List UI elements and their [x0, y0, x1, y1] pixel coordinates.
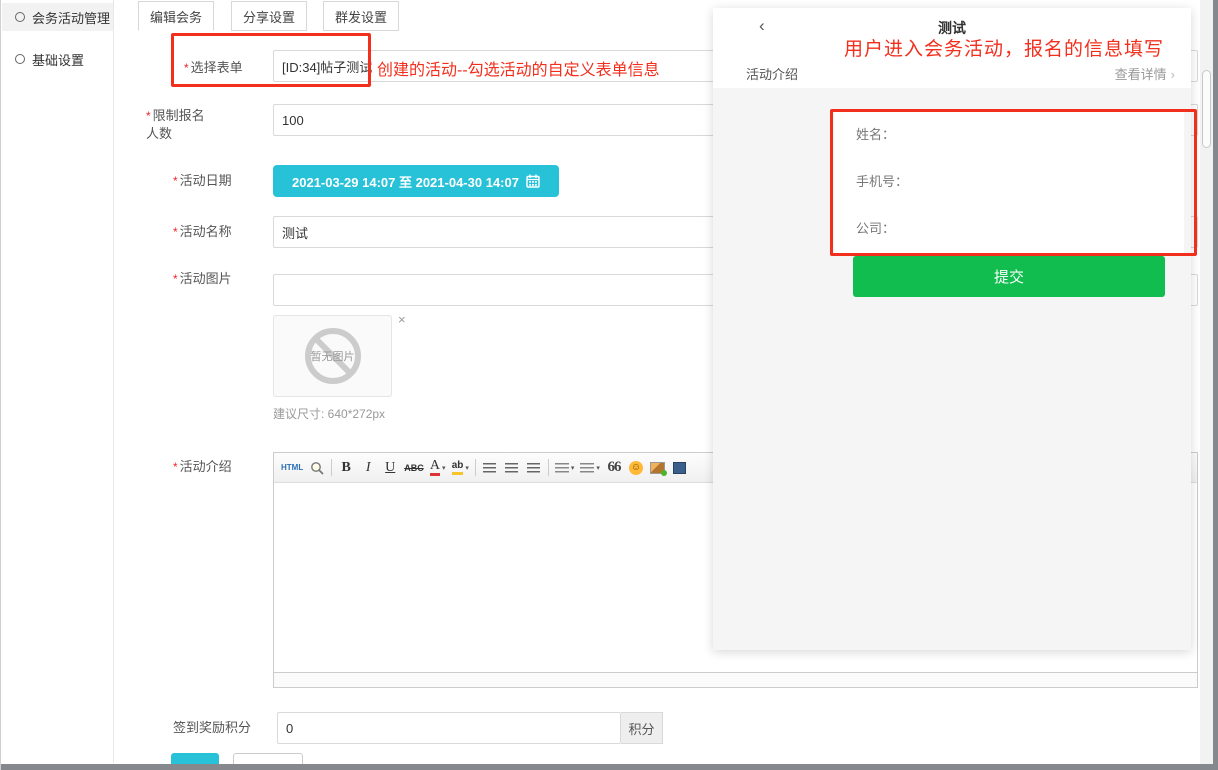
- tab-edit-conference[interactable]: 编辑会务: [138, 1, 214, 31]
- required-asterisk: *: [184, 61, 189, 75]
- emoji-button[interactable]: ☺: [628, 458, 644, 478]
- sidebar-item-label: 会务活动管理: [32, 8, 110, 27]
- window-bottom-edge: [1, 764, 1218, 770]
- blockquote-button[interactable]: 66: [606, 458, 622, 478]
- chevron-down-icon: ▾: [596, 464, 600, 472]
- align-center-icon[interactable]: [504, 458, 520, 478]
- field-label-phone: 手机号：: [856, 171, 908, 190]
- image-size-hint: 建议尺寸: 640*272px: [273, 405, 385, 422]
- window-right-edge: [1213, 0, 1218, 770]
- tab-mass-send-settings[interactable]: 群发设置: [323, 1, 399, 31]
- chevron-down-icon: ▾: [465, 464, 469, 472]
- checkin-points-input[interactable]: [277, 712, 621, 744]
- remove-image-icon[interactable]: ×: [398, 312, 406, 327]
- annotation-text-registration: 用户进入会务活动，报名的信息填写: [844, 34, 1164, 61]
- radio-circle-icon: [15, 54, 25, 64]
- required-asterisk: *: [173, 460, 178, 474]
- insert-image-button[interactable]: [650, 458, 666, 478]
- tab-share-settings[interactable]: 分享设置: [231, 1, 307, 31]
- required-asterisk: *: [146, 109, 151, 123]
- align-right-icon[interactable]: [526, 458, 542, 478]
- html-source-button[interactable]: HTML: [281, 458, 303, 478]
- bold-button[interactable]: B: [338, 458, 354, 478]
- radio-circle-icon: [15, 12, 25, 22]
- scrollbar-thumb[interactable]: [1202, 70, 1211, 148]
- date-label: *活动日期: [173, 172, 232, 190]
- preview-intro-label: 活动介绍: [746, 64, 798, 83]
- sidebar-item-conference-management[interactable]: 会务活动管理: [2, 3, 113, 31]
- toolbar-separator: [475, 459, 476, 476]
- submit-button[interactable]: 提交: [853, 256, 1165, 297]
- toolbar-separator: [548, 459, 549, 476]
- sidebar-item-basic-settings[interactable]: 基础设置: [2, 45, 113, 73]
- required-asterisk: *: [173, 272, 178, 286]
- checkin-points-label: 签到奖励积分: [173, 719, 251, 736]
- activity-name-label: *活动名称: [173, 223, 232, 241]
- calendar-icon: [526, 174, 540, 188]
- underline-button[interactable]: U: [382, 458, 398, 478]
- image-thumbnail[interactable]: 暂无图片: [273, 315, 392, 397]
- bullet-list-button[interactable]: ▾: [580, 458, 600, 478]
- toolbar-separator: [331, 459, 332, 476]
- chevron-down-icon: ▾: [571, 464, 575, 472]
- sidebar-item-label: 基础设置: [32, 50, 84, 69]
- limit-label: *限制报名 人数: [146, 107, 216, 142]
- no-image-icon: 暂无图片: [305, 328, 361, 384]
- date-range-value: 2021-03-29 14:07 至 2021-04-30 14:07: [292, 172, 519, 191]
- required-asterisk: *: [173, 174, 178, 188]
- annotation-text-select-form: 创建的活动--勾选活动的自定义表单信息: [377, 56, 660, 80]
- activity-image-label: *活动图片: [173, 270, 232, 288]
- chevron-down-icon: ▾: [442, 464, 446, 472]
- italic-button[interactable]: I: [360, 458, 376, 478]
- no-image-text: 暂无图片: [311, 348, 355, 364]
- ordered-list-button[interactable]: ▾: [555, 458, 575, 478]
- activity-intro-label: *活动介绍: [173, 458, 232, 476]
- registration-form-card: 姓名： 手机号： 公司：: [834, 110, 1184, 255]
- field-label-company: 公司：: [856, 218, 895, 237]
- date-range-button[interactable]: 2021-03-29 14:07 至 2021-04-30 14:07: [273, 165, 559, 197]
- app-window: 会务活动管理 基础设置 编辑会务 分享设置 群发设置 *选择表单 *限制报名 人…: [0, 0, 1218, 770]
- select-form-label: *选择表单: [184, 59, 243, 77]
- required-asterisk: *: [173, 225, 178, 239]
- chevron-right-icon: ›: [1171, 67, 1175, 82]
- preview-icon[interactable]: [309, 458, 325, 478]
- tab-label: 分享设置: [243, 7, 295, 26]
- tab-label: 群发设置: [335, 7, 387, 26]
- view-detail-link[interactable]: 查看详情›: [1115, 64, 1175, 83]
- tab-label: 编辑会务: [150, 7, 202, 26]
- points-unit-addon: 积分: [621, 712, 663, 744]
- font-color-button[interactable]: A▾: [430, 458, 446, 478]
- sidebar: 会务活动管理 基础设置: [2, 0, 114, 763]
- field-label-name: 姓名：: [856, 124, 895, 143]
- highlight-button[interactable]: ab▾: [452, 458, 469, 478]
- strikethrough-button[interactable]: ABC: [404, 458, 424, 478]
- editor-resize-bar[interactable]: [274, 672, 1197, 687]
- insert-media-button[interactable]: [672, 458, 688, 478]
- align-left-icon[interactable]: [482, 458, 498, 478]
- mobile-preview-panel: ‹ 测试 活动介绍 查看详情› 姓名： 手机号： 公司： 提交: [713, 8, 1191, 650]
